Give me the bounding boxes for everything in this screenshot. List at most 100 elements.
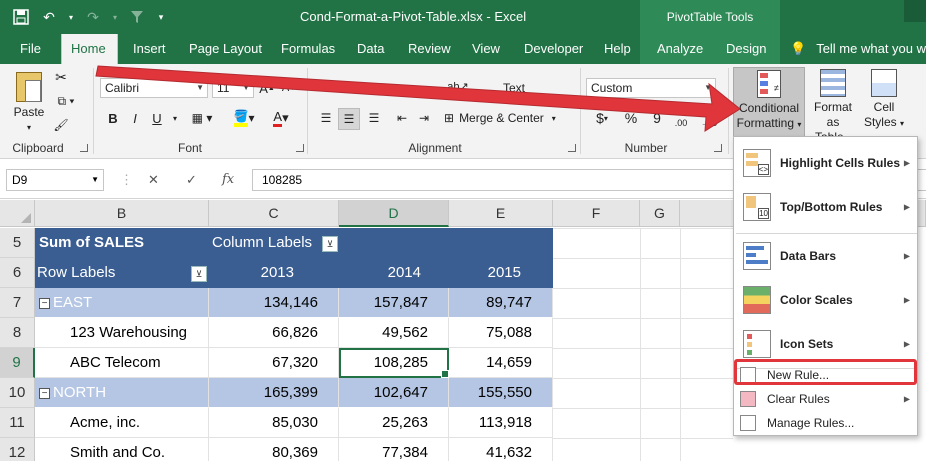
region-row-north[interactable]: − NORTH [35,378,209,408]
pivot-cell[interactable]: 80,369 [209,438,339,461]
decrease-indent-icon[interactable]: ⇤ [392,108,412,128]
pivot-cell[interactable]: 66,826 [209,318,339,348]
top-align-icon[interactable]: ≡ [316,78,336,98]
row-header-11[interactable]: 11 [0,408,35,438]
font-name-combo[interactable]: Calibri ▼ [100,78,208,98]
bottom-align-icon[interactable]: ≡ [364,78,384,98]
pivot-cell[interactable]: 77,384 [339,438,449,461]
tab-file[interactable]: File [11,34,50,64]
pivot-cell[interactable]: 134,146 [209,288,339,318]
tab-data[interactable]: Data [348,34,393,64]
ribbon-display-options-button[interactable] [904,0,926,22]
alignment-launcher-icon[interactable] [568,144,576,152]
tab-design[interactable]: Design [717,34,775,64]
increase-font-size-icon[interactable]: A ▲ [258,78,276,98]
pivot-cell[interactable]: 102,647 [339,378,449,408]
pivot-cell[interactable]: 165,399 [209,378,339,408]
pivot-cell[interactable]: 113,918 [449,408,553,438]
tab-insert[interactable]: Insert [124,34,175,64]
tab-formulas[interactable]: Formulas [272,34,344,64]
undo-icon[interactable]: ↶ [38,6,60,28]
column-header-g[interactable]: G [640,200,680,227]
cancel-icon[interactable]: ✕ [148,172,159,188]
tab-view[interactable]: View [463,34,509,64]
customize-qat-icon[interactable]: ▾ [154,6,168,28]
underline-dropdown-icon[interactable]: ▾ [170,108,180,128]
middle-align-icon[interactable]: ≡ [340,78,360,98]
currency-button[interactable]: $ ▾ [590,108,614,128]
pivot-cell[interactable]: 89,747 [449,288,553,318]
pivot-cell[interactable]: 14,659 [449,348,553,378]
menu-item-data-bars[interactable]: Data Bars ▶ [734,234,919,278]
pivot-row-label[interactable]: Smith and Co. [35,438,209,461]
region-row-east[interactable]: − EAST [35,288,209,318]
number-launcher-icon[interactable] [714,144,722,152]
menu-item-clear-rules[interactable]: Clear Rules ▶ [734,387,919,411]
row-header-7[interactable]: 7 [0,288,35,318]
font-size-combo[interactable]: 11 ▼ [212,78,254,98]
column-header-b[interactable]: B [35,200,209,227]
row-header-8[interactable]: 8 [0,318,35,348]
tab-developer[interactable]: Developer [515,34,592,64]
pivot-cell[interactable]: 41,632 [449,438,553,461]
clipboard-launcher-icon[interactable] [80,144,88,152]
bold-icon[interactable]: B [104,108,122,128]
menu-item-top-bottom-rules[interactable]: 10 Top/Bottom Rules ▶ [734,185,919,229]
italic-icon[interactable]: I [126,108,144,128]
fill-color-icon[interactable]: 🪣 ▾ [230,108,258,128]
pivot-cell[interactable]: 85,030 [209,408,339,438]
comma-style-button[interactable]: 9 [646,108,668,128]
conditional-formatting-button[interactable]: ≠ Conditional Formatting ▾ [733,67,805,137]
number-format-combo[interactable]: Custom ▼ [586,78,716,98]
menu-item-manage-rules[interactable]: Manage Rules... [734,411,919,435]
orientation-icon[interactable]: ab↗ [444,76,472,96]
tab-analyze[interactable]: Analyze [648,34,712,64]
merge-center-button[interactable]: ⊞ Merge & Center ▾ [444,108,572,128]
copy-icon[interactable]: ⧉ ▾ [52,92,80,110]
pivot-cell[interactable]: 25,263 [339,408,449,438]
enter-icon[interactable]: ✓ [186,172,197,188]
pivot-row-label[interactable]: Acme, inc. [35,408,209,438]
decrease-decimal-icon[interactable]: .00 →.0 [698,108,720,128]
insert-function-icon[interactable]: fx [222,172,234,187]
tab-page-layout[interactable]: Page Layout [180,34,271,64]
borders-icon[interactable]: ▦ ▾ [188,108,216,128]
increase-decimal-icon[interactable]: ←.0.00 [672,108,694,128]
row-header-12[interactable]: 12 [0,438,35,461]
menu-item-highlight-cells-rules[interactable]: <> Highlight Cells Rules ▶ [734,141,919,185]
format-as-table-button[interactable]: Format as Table ▾ [807,67,859,144]
undo-dropdown-icon[interactable]: ▾ [66,6,76,28]
save-icon[interactable] [10,6,32,28]
pivot-row-label[interactable]: ABC Telecom [35,348,209,378]
format-painter-icon[interactable]: 🖌 [52,116,70,134]
row-labels-filter-icon[interactable]: ⊻ [191,266,207,282]
pivot-cell[interactable]: 75,088 [449,318,553,348]
underline-icon[interactable]: U [148,108,166,128]
align-right-icon[interactable]: ☰ [364,108,384,128]
row-header-6[interactable]: 6 [0,258,35,288]
filter-icon[interactable] [126,6,148,28]
tab-help[interactable]: Help [595,34,640,64]
decrease-font-size-icon[interactable]: A ▼ [280,78,298,98]
pivot-cell[interactable]: 157,847 [339,288,449,318]
column-header-e[interactable]: E [449,200,553,227]
redo-dropdown-icon[interactable]: ▾ [110,6,120,28]
column-header-c[interactable]: C [209,200,339,227]
column-header-d[interactable]: D [339,200,449,227]
cell-styles-button[interactable]: Cell Styles ▾ [861,67,907,137]
row-header-5[interactable]: 5 [0,228,35,258]
row-header-10[interactable]: 10 [0,378,35,408]
align-left-icon[interactable]: ☰ [316,108,336,128]
align-center-icon[interactable]: ☰ [338,108,360,130]
pivot-cell[interactable]: 49,562 [339,318,449,348]
row-header-9[interactable]: 9 [0,348,35,378]
column-labels-filter-icon[interactable]: ⊻ [322,236,338,252]
pivot-cell[interactable]: 67,320 [209,348,339,378]
pivot-value-field-header[interactable]: Sum of SALES [35,228,209,258]
tab-review[interactable]: Review [399,34,460,64]
cut-icon[interactable]: ✂ [52,68,70,86]
pivot-cell[interactable]: 155,550 [449,378,553,408]
column-header-f[interactable]: F [553,200,640,227]
tell-me-search[interactable]: 💡 Tell me what you wa [790,34,926,64]
active-cell[interactable]: 108,285 [339,348,449,378]
